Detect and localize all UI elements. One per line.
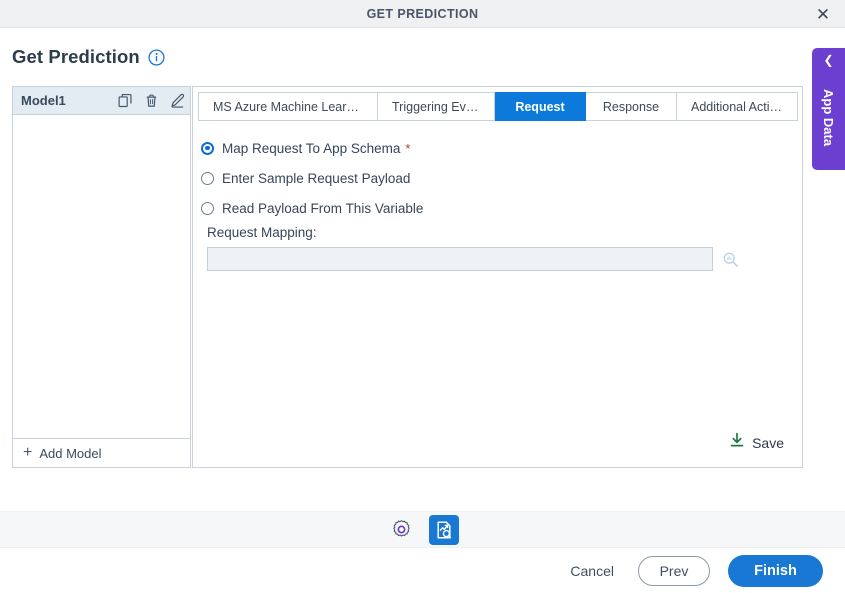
trash-icon[interactable] (138, 88, 164, 114)
dialog-titlebar: GET PREDICTION ✕ (0, 0, 845, 28)
copy-icon[interactable] (112, 88, 138, 114)
app-data-label: App Data (821, 89, 836, 147)
request-content-panel: MS Azure Machine Lear… Triggering Ev… Re… (192, 86, 803, 468)
add-model-button[interactable]: + Add Model (13, 438, 190, 467)
tab-response[interactable]: Response (586, 92, 677, 121)
model-name-label: Model1 (21, 93, 66, 108)
dialog-title: GET PREDICTION (366, 7, 479, 21)
radio-mark (201, 171, 214, 185)
download-icon (729, 432, 745, 453)
radio-mark (201, 141, 214, 155)
radio-label: Enter Sample Request Payload (222, 170, 411, 186)
report-preview-icon[interactable] (429, 514, 459, 545)
close-icon[interactable]: ✕ (811, 3, 835, 26)
chevron-left-icon: ❮ (823, 53, 834, 67)
request-mode-radio-group: Map Request To App Schema * Enter Sample… (201, 135, 781, 225)
prev-button[interactable]: Prev (638, 555, 710, 586)
plus-icon: + (23, 444, 33, 461)
required-indicator: * (405, 140, 411, 156)
radio-map-request-to-app-schema[interactable]: Map Request To App Schema * (201, 135, 781, 161)
add-model-label: Add Model (39, 445, 102, 461)
tab-ms-azure-machine-learning[interactable]: MS Azure Machine Lear… (198, 92, 378, 121)
request-mapping-block: Request Mapping: (207, 225, 752, 271)
page-title: Get Prediction (12, 46, 140, 67)
tab-additional-actions[interactable]: Additional Acti… (677, 92, 798, 121)
model-list-panel: Model1 + Add Model (12, 86, 191, 468)
save-button[interactable]: Save (729, 432, 784, 453)
search-icon[interactable] (721, 250, 739, 268)
save-label: Save (752, 434, 784, 451)
radio-label: Map Request To App Schema (222, 140, 401, 156)
radio-label: Read Payload From This Variable (222, 200, 424, 216)
page-heading: Get Prediction (12, 46, 165, 68)
model-list-item[interactable]: Model1 (13, 87, 190, 115)
pencil-icon[interactable] (164, 88, 190, 114)
request-mapping-row (207, 247, 752, 271)
dialog-footer: Cancel Prev Finish (0, 548, 845, 593)
gear-icon[interactable] (386, 515, 416, 545)
app-data-panel-toggle[interactable]: ❮ App Data (812, 48, 845, 170)
radio-enter-sample-request-payload[interactable]: Enter Sample Request Payload (201, 165, 781, 191)
request-mapping-label: Request Mapping: (207, 225, 317, 240)
request-mapping-input[interactable] (207, 247, 713, 271)
cancel-button[interactable]: Cancel (564, 562, 620, 580)
tab-triggering-event[interactable]: Triggering Ev… (378, 92, 495, 121)
bottom-toolbar (0, 511, 845, 548)
finish-button[interactable]: Finish (728, 554, 823, 587)
radio-read-payload-from-this-variable[interactable]: Read Payload From This Variable (201, 195, 781, 221)
tab-request[interactable]: Request (495, 92, 586, 121)
radio-mark (201, 201, 214, 215)
info-circle-icon[interactable] (148, 48, 165, 66)
tab-bar: MS Azure Machine Lear… Triggering Ev… Re… (198, 92, 798, 121)
